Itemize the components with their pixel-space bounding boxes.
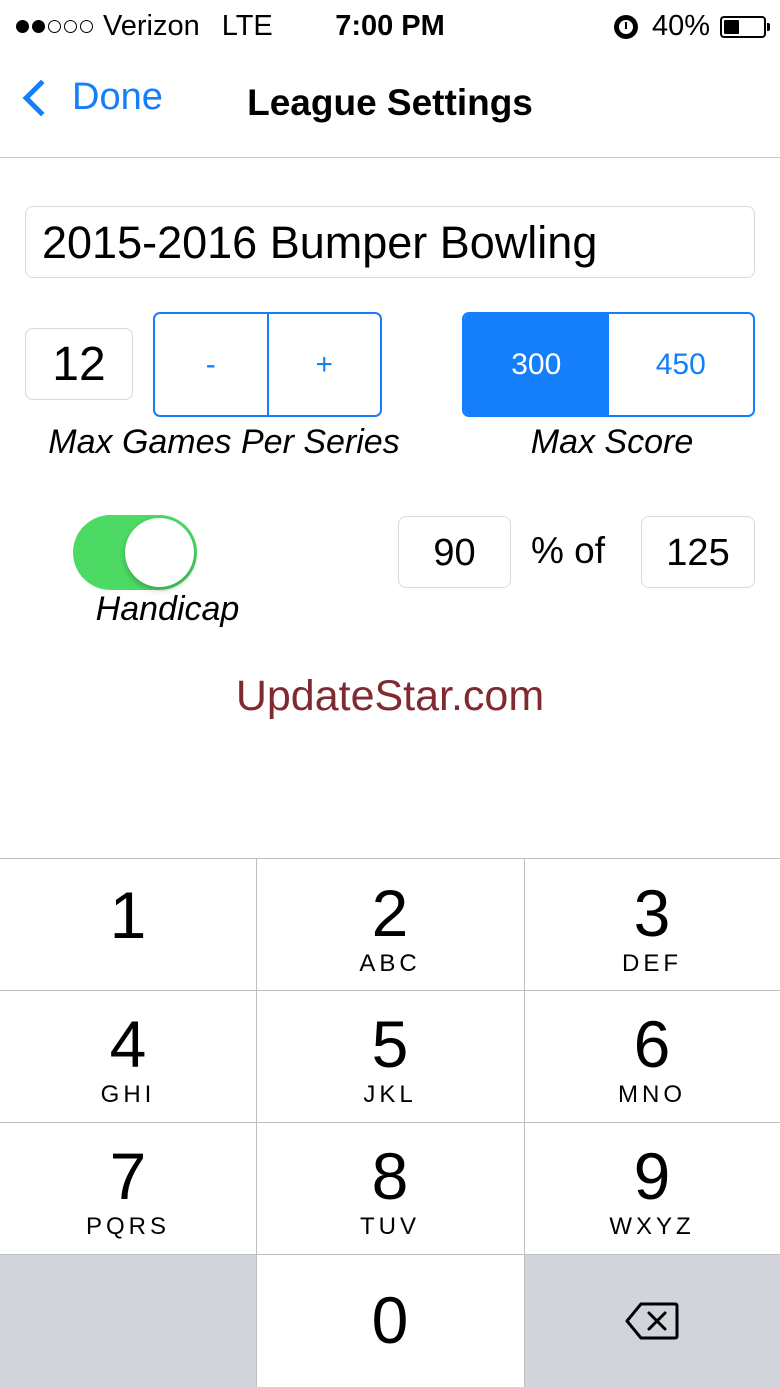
- key-letters: TUV: [360, 1213, 420, 1240]
- league-name-field[interactable]: 2015-2016 Bumper Bowling: [25, 206, 755, 278]
- keypad-divider: [256, 858, 257, 1387]
- key-5[interactable]: 5 JKL: [256, 991, 524, 1122]
- key-4[interactable]: 4 GHI: [0, 991, 256, 1122]
- increment-button[interactable]: +: [269, 314, 381, 415]
- max-score-option-300[interactable]: 300: [464, 314, 609, 415]
- key-6[interactable]: 6 MNO: [524, 991, 780, 1122]
- key-digit: 9: [633, 1139, 671, 1213]
- status-bar: Verizon LTE 7:00 PM 40%: [0, 0, 780, 52]
- key-digit: 3: [633, 876, 671, 950]
- key-digit: 6: [633, 1007, 671, 1081]
- key-7[interactable]: 7 PQRS: [0, 1123, 256, 1254]
- key-1[interactable]: 1: [0, 858, 256, 990]
- percent-of-label: % of: [531, 530, 606, 571]
- key-digit: 8: [371, 1139, 409, 1213]
- max-games-field[interactable]: 12: [25, 328, 133, 400]
- keypad-divider: [0, 1254, 780, 1255]
- max-score-option-450[interactable]: 450: [609, 314, 754, 415]
- key-2[interactable]: 2 ABC: [256, 858, 524, 990]
- keypad-divider: [524, 858, 525, 1387]
- status-right: 40%: [613, 10, 770, 43]
- keypad-divider: [0, 990, 780, 991]
- handicap-percent-field[interactable]: 90: [398, 516, 511, 588]
- key-letters: MNO: [618, 1081, 686, 1108]
- key-letters: PQRS: [85, 1213, 170, 1240]
- key-digit: 5: [371, 1007, 409, 1081]
- key-3[interactable]: 3 DEF: [524, 858, 780, 990]
- handicap-toggle[interactable]: [73, 515, 197, 590]
- max-games-stepper: - +: [153, 312, 382, 417]
- key-letters: ABC: [359, 950, 421, 977]
- page-title: League Settings: [0, 82, 780, 124]
- decrement-button[interactable]: -: [155, 314, 269, 415]
- navigation-bar: Done League Settings: [0, 52, 780, 158]
- handicap-caption: Handicap: [95, 590, 240, 628]
- handicap-base-field[interactable]: 125: [641, 516, 755, 588]
- key-0[interactable]: 0: [256, 1255, 524, 1387]
- key-letters: JKL: [363, 1081, 417, 1108]
- alarm-icon: [613, 14, 638, 39]
- page-title-text: League Settings: [247, 82, 533, 123]
- backspace-icon[interactable]: [625, 1302, 679, 1340]
- key-letters: DEF: [622, 950, 682, 977]
- battery-icon: [720, 15, 770, 38]
- key-digit: 1: [109, 878, 147, 952]
- battery-percentage: 40%: [651, 10, 710, 42]
- max-score-segmented-control: 300 450: [462, 312, 755, 417]
- key-letters: WXYZ: [609, 1213, 695, 1240]
- max-score-caption: Max Score: [530, 423, 694, 461]
- key-8[interactable]: 8 TUV: [256, 1123, 524, 1254]
- toggle-knob: [125, 518, 194, 587]
- key-digit: 0: [371, 1283, 409, 1357]
- keypad-divider: [0, 858, 780, 859]
- key-letters: GHI: [100, 1081, 156, 1108]
- keypad-divider: [0, 1122, 780, 1123]
- max-games-caption: Max Games Per Series: [48, 423, 400, 461]
- key-digit: 2: [371, 876, 409, 950]
- watermark: UpdateStar.com: [235, 672, 545, 720]
- key-digit: 7: [109, 1139, 147, 1213]
- keypad-blank-key: [0, 1255, 256, 1387]
- key-9[interactable]: 9 WXYZ: [524, 1123, 780, 1254]
- key-digit: 4: [109, 1007, 147, 1081]
